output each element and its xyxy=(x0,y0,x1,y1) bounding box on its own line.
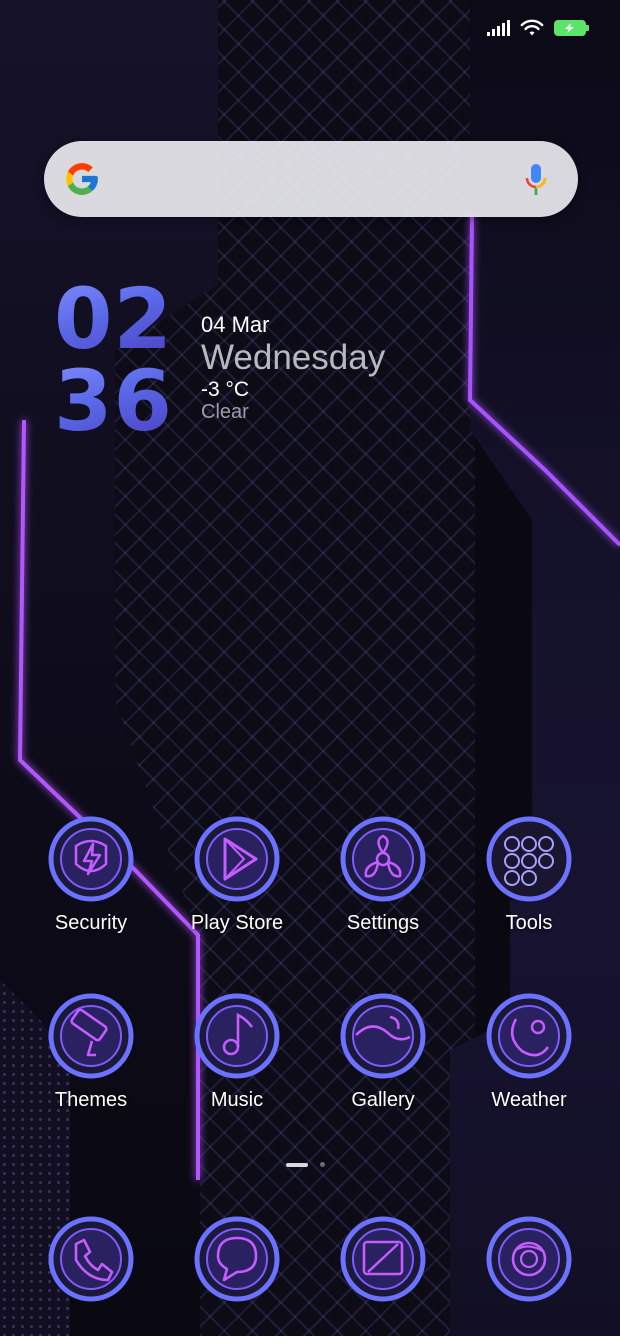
app-label: Settings xyxy=(346,912,420,934)
date-weather-widget[interactable]: 04 Mar Wednesday -3 °C Clear xyxy=(201,312,385,423)
app-label: Tools xyxy=(505,912,553,934)
browser-window-icon xyxy=(340,1216,426,1302)
dock-messages[interactable] xyxy=(164,1216,310,1302)
dock-browser[interactable] xyxy=(310,1216,456,1302)
camera-lens-icon xyxy=(486,1216,572,1302)
lightning-shield-icon xyxy=(48,816,134,902)
app-settings[interactable]: Settings xyxy=(310,816,456,934)
play-triangle-icon xyxy=(194,816,280,902)
google-logo-icon xyxy=(66,163,98,195)
app-weather[interactable]: Weather xyxy=(456,993,602,1111)
app-label: Play Store xyxy=(190,912,284,934)
signal-icon xyxy=(487,20,510,36)
app-label: Security xyxy=(54,912,128,934)
fan-gear-icon xyxy=(340,816,426,902)
app-security[interactable]: Security xyxy=(18,816,164,934)
app-tools-folder[interactable]: Tools xyxy=(456,816,602,934)
weather-condition-text: Clear xyxy=(201,401,249,423)
image-wave-icon xyxy=(340,993,426,1079)
clock-minutes: 36 xyxy=(54,359,184,443)
google-search-bar[interactable] xyxy=(44,141,578,217)
page-indicator[interactable] xyxy=(286,1162,325,1167)
clock-widget[interactable]: 02 36 xyxy=(54,277,184,443)
wifi-icon xyxy=(520,19,544,36)
music-note-icon xyxy=(194,993,280,1079)
paint-roller-icon xyxy=(48,993,134,1079)
battery-charging-icon xyxy=(554,20,589,36)
weekday-text: Wednesday xyxy=(201,338,386,377)
page-dot xyxy=(320,1162,325,1167)
microphone-icon[interactable] xyxy=(524,163,548,197)
app-label: Music xyxy=(210,1089,264,1111)
app-gallery[interactable]: Gallery xyxy=(310,993,456,1111)
page-dot-active xyxy=(286,1162,308,1167)
app-label: Weather xyxy=(491,1089,567,1111)
app-music[interactable]: Music xyxy=(164,993,310,1111)
date-text: 04 Mar xyxy=(201,312,270,337)
chat-bubble-icon xyxy=(194,1216,280,1302)
moon-cloud-icon xyxy=(486,993,572,1079)
app-label: Themes xyxy=(54,1089,128,1111)
temperature-text: -3 °C xyxy=(201,378,250,401)
folder-grid-icon xyxy=(486,816,572,902)
dock-phone[interactable] xyxy=(18,1216,164,1302)
home-screen: 02 36 04 Mar Wednesday -3 °C Clear Secur… xyxy=(0,0,620,1336)
status-bar xyxy=(487,14,589,42)
app-label: Gallery xyxy=(351,1089,415,1111)
clock-hours: 02 xyxy=(54,277,184,361)
phone-icon xyxy=(48,1216,134,1302)
app-themes[interactable]: Themes xyxy=(18,993,164,1111)
app-play-store[interactable]: Play Store xyxy=(164,816,310,934)
dock-camera[interactable] xyxy=(456,1216,602,1302)
